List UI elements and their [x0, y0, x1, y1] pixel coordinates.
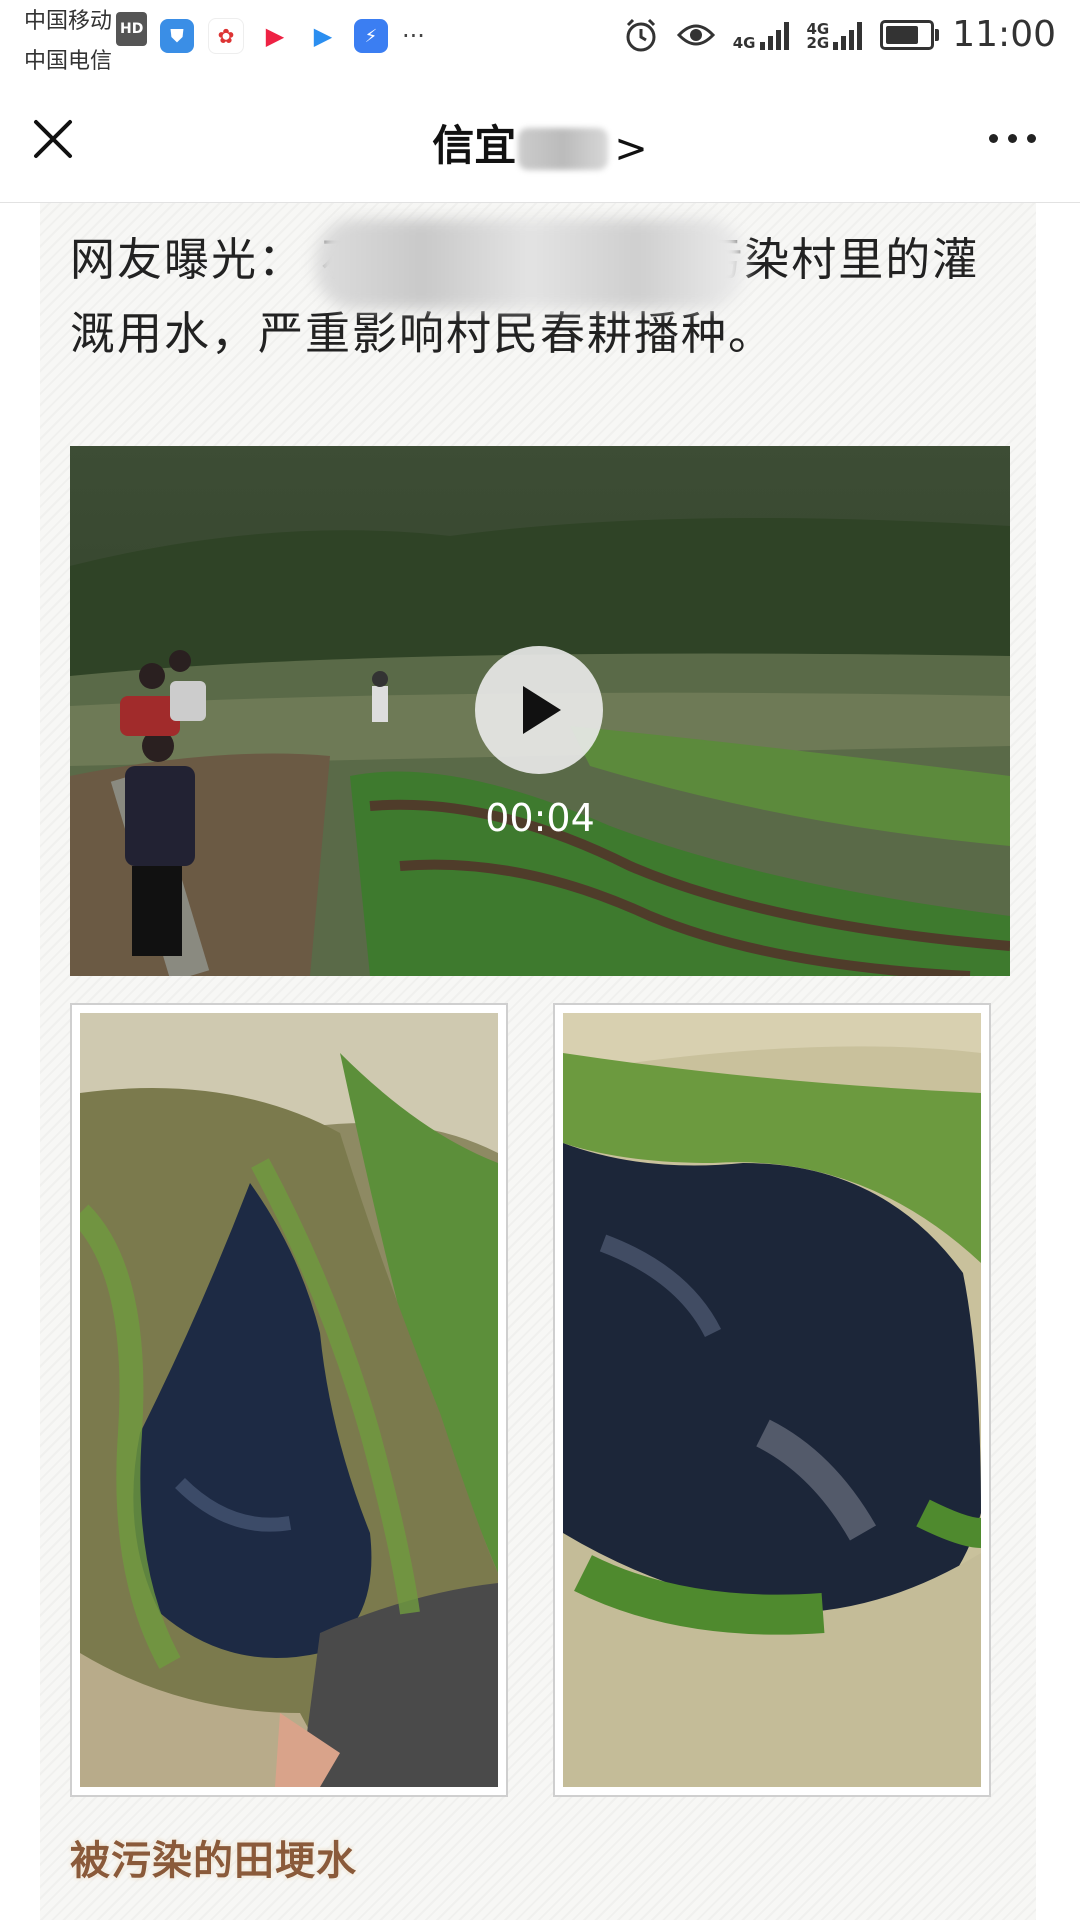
title-bar: 信宜 >	[0, 76, 1080, 203]
eye-comfort-icon	[676, 24, 715, 45]
polluted-ditch-image	[80, 1013, 498, 1787]
photo-polluted-ditch-right[interactable]	[553, 1003, 991, 1797]
shield-app-icon: ⛊	[160, 19, 194, 53]
carrier-2: 中国电信	[24, 49, 113, 74]
network-1-label: 4G	[732, 33, 756, 52]
page-title[interactable]: 信宜 >	[0, 112, 1080, 173]
signal-bars-icon	[759, 20, 789, 50]
youku-app-icon: ▶	[306, 19, 340, 53]
title-text: 信宜	[432, 121, 517, 170]
carrier-1: 中国移动	[24, 9, 113, 34]
network-3-label: 2G	[806, 33, 830, 52]
video-duration: 00:04	[485, 796, 595, 840]
play-icon	[523, 686, 561, 734]
hd-badge: HD	[116, 12, 148, 46]
status-bar: 中国移动 HD 中国电信 ⛊ ✿ ▶ ▶ ⚡ ··· 4G 4G 2G 11:00	[0, 0, 1080, 76]
thunder-app-icon: ⚡	[354, 19, 388, 53]
video-app-icon: ▶	[258, 19, 292, 53]
alarm-icon	[626, 18, 656, 51]
signal-1: 4G	[733, 20, 789, 50]
battery-icon	[880, 19, 940, 50]
redacted-text-blur	[315, 219, 745, 309]
photo-polluted-ditch-left[interactable]	[70, 1003, 508, 1797]
more-icon[interactable]	[989, 134, 1036, 143]
signal-bars-2-icon	[833, 20, 863, 50]
article-content: 网友曝光： 石场废油乱排放，污染村里的灌溉用水，严重影响村民春耕播种。	[40, 203, 1036, 1920]
notification-icons: ⛊ ✿ ▶ ▶ ⚡ ···	[160, 18, 425, 54]
carrier-info: 中国移动 HD 中国电信	[24, 6, 148, 78]
video-player[interactable]: 00:04	[70, 446, 1010, 976]
redacted-title-part	[518, 127, 609, 170]
signal-2: 4G 2G	[807, 20, 863, 50]
system-status: 4G 4G 2G 11:00	[623, 14, 1056, 55]
baidu-app-icon: ✿	[208, 18, 244, 54]
clock: 11:00	[952, 14, 1056, 55]
chevron-right-icon: >	[614, 125, 648, 172]
more-notifications-icon: ···	[402, 22, 425, 50]
polluted-pond-image	[563, 1013, 981, 1787]
play-button[interactable]	[475, 646, 603, 774]
photo-caption: 被污染的田埂水	[70, 1838, 357, 1884]
